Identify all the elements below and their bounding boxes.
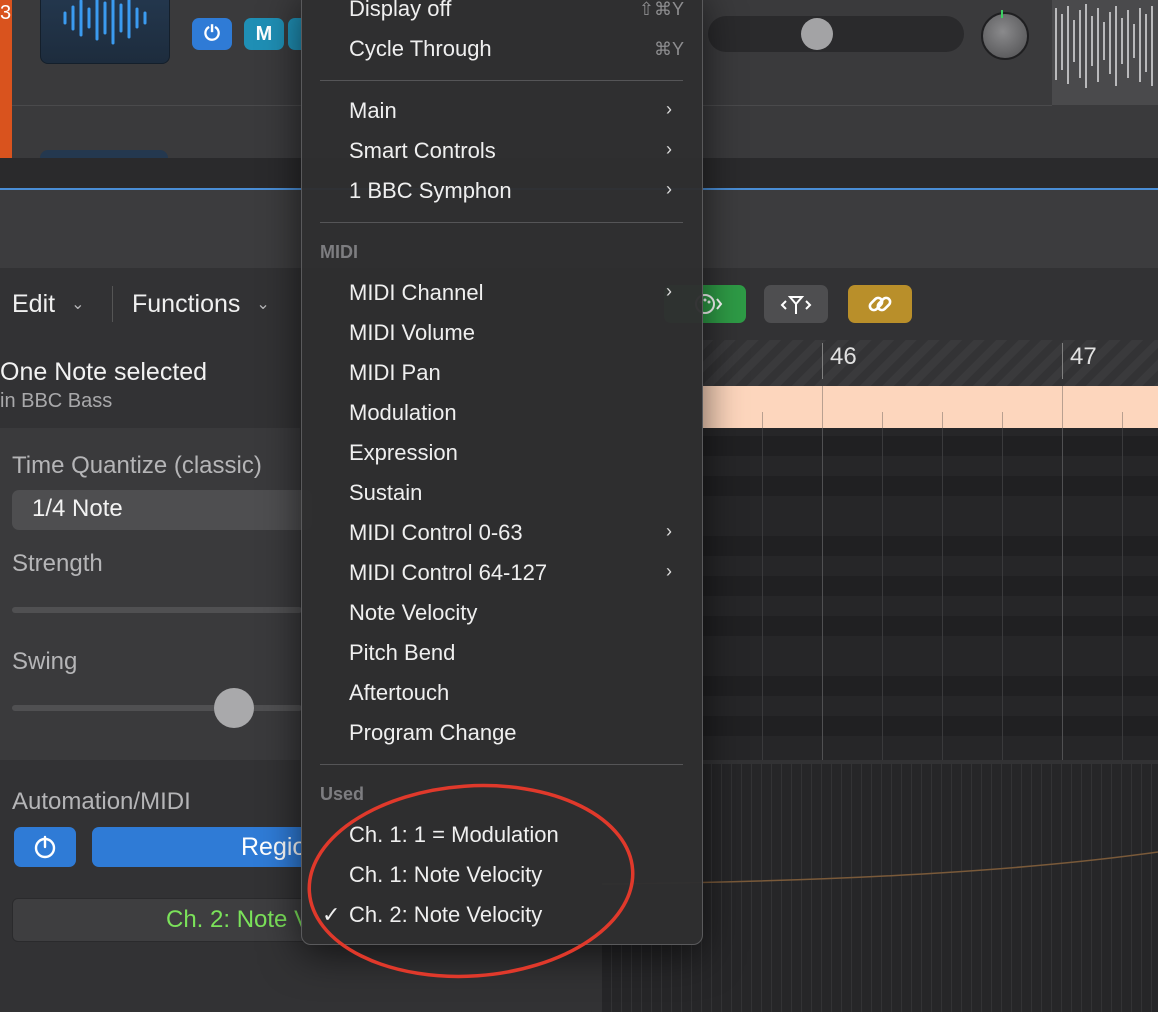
- menu-item-display-off-shortcut: ⇧⌘Y: [638, 0, 684, 19]
- submenu-chevron-icon: ›: [666, 99, 672, 119]
- menu-item-sustain[interactable]: Sustain: [349, 477, 422, 509]
- menu-item-display-off[interactable]: Display off: [349, 0, 451, 25]
- region-mode-label: Region: [241, 833, 302, 861]
- strength-label: Strength: [12, 550, 103, 577]
- submenu-chevron-icon: ›: [666, 281, 672, 301]
- functions-menu-label: Functions: [132, 289, 241, 318]
- region-bar-line: [1062, 386, 1063, 428]
- selection-subtitle: in BBC Bass: [0, 390, 113, 412]
- menu-item-bbc-symphony[interactable]: 1 BBC Symphon: [349, 175, 512, 207]
- menu-separator: [320, 764, 683, 765]
- automation-lane-select[interactable]: Ch. 2: Note Velocity: [12, 898, 304, 942]
- ruler-bar-46: 46: [830, 343, 857, 370]
- annotation-circle: [307, 783, 635, 979]
- chevron-down-icon: ⌄: [71, 296, 85, 313]
- waveform-icon: [63, 0, 147, 45]
- note-grid[interactable]: [702, 428, 1158, 760]
- link-button[interactable]: [848, 285, 912, 323]
- menu-divider: [112, 286, 113, 322]
- edit-menu[interactable]: Edit ⌄: [12, 283, 85, 325]
- submenu-chevron-icon: ›: [666, 179, 672, 199]
- menu-item-cycle-through-shortcut: ⌘Y: [653, 39, 684, 59]
- grid-bar-line: [822, 428, 823, 760]
- grid-black-key-row: [702, 616, 1158, 636]
- swing-slider-knob[interactable]: [214, 688, 254, 728]
- automation-lane-value: Ch. 2: Note Velocity: [166, 906, 303, 933]
- grid-black-key-row: [702, 716, 1158, 736]
- menu-item-midi-pan[interactable]: MIDI Pan: [349, 357, 441, 389]
- region-beat-tick: [882, 412, 883, 428]
- menu-item-midi-channel[interactable]: MIDI Channel: [349, 277, 484, 309]
- grid-beat-line: [762, 428, 763, 760]
- menu-separator: [320, 80, 683, 81]
- selection-title: One Note selected: [0, 358, 208, 386]
- ruler-bar-47: 47: [1070, 343, 1097, 370]
- region-mode-button[interactable]: Region: [92, 827, 302, 867]
- region-bar-line: [822, 386, 823, 428]
- track-mute-button[interactable]: M: [244, 18, 284, 50]
- grid-beat-line: [1122, 428, 1123, 760]
- menu-item-midi-control-64-127[interactable]: MIDI Control 64-127: [349, 557, 547, 589]
- menu-item-program-change[interactable]: Program Change: [349, 717, 517, 749]
- grid-black-key-row: [702, 676, 1158, 696]
- region-beat-tick: [942, 412, 943, 428]
- menu-item-expression[interactable]: Expression: [349, 437, 458, 469]
- menu-item-midi-control-0-63[interactable]: MIDI Control 0-63: [349, 517, 523, 549]
- power-icon: [34, 835, 56, 859]
- swing-slider[interactable]: [12, 705, 302, 711]
- submenu-chevron-icon: ›: [666, 521, 672, 541]
- grid-beat-line: [942, 428, 943, 760]
- swing-label: Swing: [12, 648, 78, 675]
- volume-slider-knob[interactable]: [801, 18, 833, 50]
- volume-slider[interactable]: [708, 16, 964, 52]
- grid-beat-line: [882, 428, 883, 760]
- region-beat-tick: [1122, 412, 1123, 428]
- track-instrument-icon[interactable]: [40, 0, 170, 64]
- submenu-chevron-icon: ›: [666, 139, 672, 159]
- track-power-button[interactable]: ⏻: [192, 18, 232, 50]
- audio-region-waveform[interactable]: [1052, 0, 1158, 105]
- grid-black-key-row: [702, 436, 1158, 456]
- functions-menu[interactable]: Functions ⌄: [132, 283, 270, 325]
- track-solo-button[interactable]: [288, 18, 302, 50]
- submenu-chevron-icon: ›: [666, 561, 672, 581]
- menu-item-note-velocity[interactable]: Note Velocity: [349, 597, 477, 629]
- menu-section-midi: MIDI: [320, 242, 358, 262]
- link-icon: [868, 296, 892, 312]
- catch-icon: [780, 296, 812, 314]
- grid-beat-line: [1002, 428, 1003, 760]
- time-quantize-select[interactable]: 1/4 Note: [12, 490, 312, 530]
- edit-menu-label: Edit: [12, 289, 56, 318]
- time-quantize-value: 1/4 Note: [32, 495, 123, 522]
- menu-item-cycle-through[interactable]: Cycle Through: [349, 33, 492, 65]
- menu-item-modulation[interactable]: Modulation: [349, 397, 457, 429]
- track-number: 3: [0, 2, 12, 24]
- ruler-bar-tick: [1062, 343, 1063, 379]
- chevron-down-icon: ⌄: [256, 296, 270, 313]
- midi-region-header[interactable]: [702, 386, 1158, 428]
- menu-item-midi-volume[interactable]: MIDI Volume: [349, 317, 475, 349]
- menu-item-smart-controls[interactable]: Smart Controls: [349, 135, 496, 167]
- pan-knob[interactable]: [981, 12, 1029, 60]
- ruler-bar-tick: [822, 343, 823, 379]
- menu-item-pitch-bend[interactable]: Pitch Bend: [349, 637, 455, 669]
- region-beat-tick: [762, 412, 763, 428]
- grid-bar-line: [1062, 428, 1063, 760]
- strength-slider[interactable]: [12, 607, 302, 613]
- automation-power-button[interactable]: [14, 827, 76, 867]
- catch-playhead-button[interactable]: [764, 285, 828, 323]
- grid-black-key-row: [702, 476, 1158, 496]
- grid-black-key-row: [702, 576, 1158, 596]
- grid-black-key-row: [702, 536, 1158, 556]
- menu-item-aftertouch[interactable]: Aftertouch: [349, 677, 449, 709]
- pan-knob-indicator: [1001, 10, 1003, 18]
- automation-midi-label: Automation/MIDI: [12, 788, 191, 815]
- menu-separator: [320, 222, 683, 223]
- menu-item-main[interactable]: Main: [349, 95, 397, 127]
- time-quantize-label: Time Quantize (classic): [12, 452, 262, 479]
- region-beat-tick: [1002, 412, 1003, 428]
